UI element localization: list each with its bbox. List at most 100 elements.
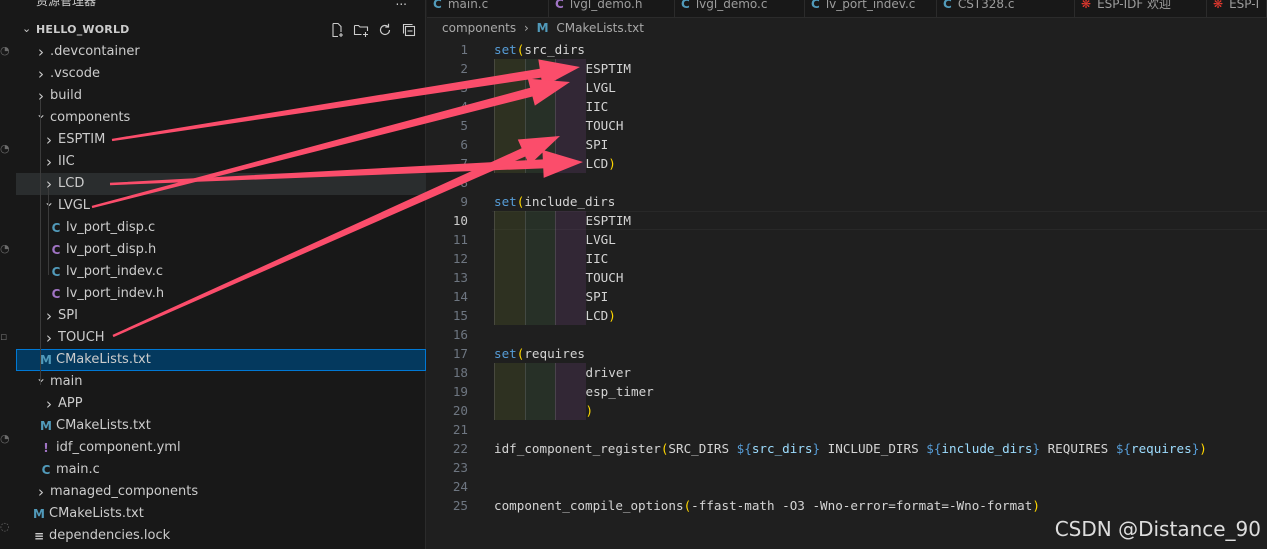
chevron-right-icon[interactable]: ›	[34, 63, 48, 85]
editor-tab[interactable]: ❋ ESP-I	[1207, 0, 1267, 18]
new-folder-icon[interactable]	[352, 21, 370, 39]
new-file-icon[interactable]	[328, 21, 346, 39]
tree-item[interactable]: Clv_port_indev.c	[16, 261, 426, 283]
editor-tab[interactable]: Clvgl_demo.c	[675, 0, 805, 18]
tree-item[interactable]: › APP	[16, 393, 426, 415]
code-line[interactable]: 1 set(src_dirs	[427, 40, 1267, 59]
file-tree: › .devcontainer › .vscode › build ⌄ components ›…	[16, 41, 426, 547]
more-actions-icon[interactable]: ...	[396, 0, 407, 8]
indent-guide	[555, 78, 586, 97]
code-line[interactable]: 14 SPI	[427, 287, 1267, 306]
tree-item[interactable]: Clv_port_disp.c	[16, 217, 426, 239]
code-text: LCD)	[586, 154, 616, 173]
indent-guide	[555, 287, 586, 306]
tree-item[interactable]: M CMakeLists.txt	[16, 415, 426, 437]
indent-guide	[524, 363, 555, 382]
code-line[interactable]: 23	[427, 458, 1267, 477]
indent-guide	[555, 382, 586, 401]
chevron-down-icon[interactable]: ⌄	[42, 191, 56, 213]
tree-item[interactable]: ⌄ LVGL	[16, 195, 426, 217]
tree-item[interactable]: › build	[16, 85, 426, 107]
breadcrumb-folder[interactable]: components	[442, 21, 516, 35]
editor-tab[interactable]: C CST328.c	[937, 0, 1075, 18]
code-line[interactable]: 2 ESPTIM	[427, 59, 1267, 78]
extensions-icon[interactable]: ▫	[0, 330, 10, 344]
tree-item-label: CMakeLists.txt	[49, 506, 144, 521]
code-line[interactable]: 22 idf_component_register(SRC_DIRS ${src_…	[427, 439, 1267, 458]
tree-item[interactable]: › LCD	[16, 173, 426, 195]
editor-tab[interactable]: Clvgl_demo.h	[549, 0, 675, 18]
code-line[interactable]: 16	[427, 325, 1267, 344]
code-line[interactable]: 18 driver	[427, 363, 1267, 382]
tree-item[interactable]: Clv_port_indev.h	[16, 283, 426, 305]
code-line[interactable]: 6 SPI	[427, 135, 1267, 154]
tree-item[interactable]: ⌄ components	[16, 107, 426, 129]
code-line[interactable]: 8	[427, 173, 1267, 192]
code-line[interactable]: 17 set(requires	[427, 344, 1267, 363]
tree-item[interactable]: M CMakeLists.txt	[16, 503, 426, 525]
indent-guide	[524, 268, 555, 287]
code-line[interactable]: 3 LVGL	[427, 78, 1267, 97]
breadcrumb-file[interactable]: CMakeLists.txt	[556, 21, 644, 35]
chevron-down-icon[interactable]: ⌄	[34, 103, 48, 125]
code-line[interactable]: 4 IIC	[427, 97, 1267, 116]
code-text: component_compile_options(-ffast-math -O…	[494, 496, 1040, 515]
refresh-icon[interactable]	[376, 21, 394, 39]
tree-item[interactable]: › TOUCH	[16, 327, 426, 349]
code-line[interactable]: 21	[427, 420, 1267, 439]
line-number: 10	[452, 213, 468, 228]
tree-item[interactable]: › SPI	[16, 305, 426, 327]
code-line[interactable]: 9 set(include_dirs	[427, 192, 1267, 211]
line-number: 22	[452, 441, 468, 456]
indent-guide	[524, 135, 555, 154]
workspace-header[interactable]: ⌄ HELLO_WORLD	[16, 19, 426, 41]
chevron-right-icon[interactable]: ›	[34, 41, 48, 63]
tree-item[interactable]: › IIC	[16, 151, 426, 173]
tree-item[interactable]: › .devcontainer	[16, 41, 426, 63]
code-text: IIC	[586, 249, 609, 268]
code-line[interactable]: 25 component_compile_options(-ffast-math …	[427, 496, 1267, 515]
code-line[interactable]: 10 ESPTIM	[427, 211, 1267, 230]
chevron-right-icon[interactable]: ›	[42, 129, 56, 151]
run-debug-icon[interactable]: ◔	[0, 242, 10, 256]
source-control-icon[interactable]: ◔	[0, 142, 10, 156]
code-line[interactable]: 11 LVGL	[427, 230, 1267, 249]
code-line[interactable]: 12 IIC	[427, 249, 1267, 268]
chevron-right-icon[interactable]: ›	[34, 481, 48, 503]
code-line[interactable]: 15 LCD)	[427, 306, 1267, 325]
code-line[interactable]: 24	[427, 477, 1267, 496]
tree-item[interactable]: Clv_port_disp.h	[16, 239, 426, 261]
code-editor[interactable]: 1 set(src_dirs 2 ESPTIM 3 LVGL 4 IIC 5 TOUCH 6 SPI 7…	[427, 40, 1267, 515]
chevron-right-icon[interactable]: ›	[42, 393, 56, 415]
code-token: component_compile_options	[494, 498, 684, 513]
tree-item[interactable]: › ESPTIM	[16, 129, 426, 151]
remote-explorer-icon[interactable]: ◔	[0, 432, 10, 446]
tree-item[interactable]: Cmain.c	[16, 459, 426, 481]
collapse-all-icon[interactable]	[400, 21, 418, 39]
chevron-right-icon[interactable]: ›	[42, 327, 56, 349]
code-line[interactable]: 7 LCD)	[427, 154, 1267, 173]
code-line[interactable]: 20)	[427, 401, 1267, 420]
code-line[interactable]: 5 TOUCH	[427, 116, 1267, 135]
chevron-right-icon[interactable]: ›	[42, 151, 56, 173]
tree-item[interactable]: › .vscode	[16, 63, 426, 85]
tree-item-label: IIC	[58, 154, 75, 169]
chevron-right-icon[interactable]: ›	[42, 305, 56, 327]
code-token: SRC_DIRS	[668, 441, 737, 456]
tree-item[interactable]: ≡ dependencies.lock	[16, 525, 426, 547]
code-text: ESPTIM	[586, 211, 632, 230]
tree-item[interactable]: ⌄ main	[16, 371, 426, 393]
code-line[interactable]: 13 TOUCH	[427, 268, 1267, 287]
editor-tab[interactable]: Cmain.c	[427, 0, 549, 18]
editor-tab[interactable]: ❋ ESP-IDF 欢迎	[1075, 0, 1207, 18]
tree-item[interactable]: ! idf_component.yml	[16, 437, 426, 459]
esp-idf-activity-icon[interactable]: ◌	[0, 520, 10, 534]
cmake-file-icon: M	[40, 419, 52, 433]
chevron-down-icon[interactable]: ⌄	[34, 367, 48, 389]
code-line[interactable]: 19 esp_timer	[427, 382, 1267, 401]
indent-guide	[555, 401, 586, 420]
editor-tab[interactable]: Clv_port_indev.c	[805, 0, 937, 18]
tree-item[interactable]: M CMakeLists.txt	[16, 349, 426, 371]
tree-item[interactable]: › managed_components	[16, 481, 426, 503]
search-icon[interactable]: ◔	[0, 44, 10, 58]
